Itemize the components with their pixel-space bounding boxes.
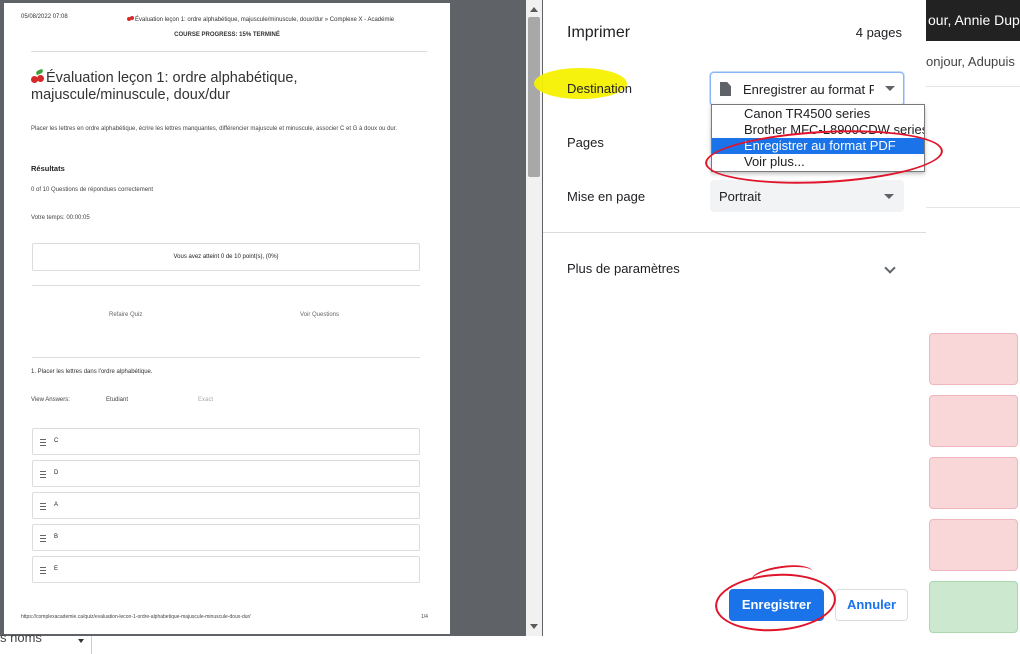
background-select-text: s noms — [0, 630, 42, 645]
layout-select[interactable]: Portrait — [710, 180, 904, 212]
background-divider — [926, 86, 1020, 87]
dialog-title: Imprimer — [567, 24, 631, 41]
drag-handle-icon — [40, 567, 46, 574]
preview-divider — [31, 51, 427, 52]
background-divider — [926, 207, 1020, 208]
page-count: 4 pages — [855, 25, 902, 40]
document-icon — [720, 82, 731, 96]
destination-option[interactable]: Canon TR4500 series — [712, 106, 924, 122]
background-answer-box — [929, 395, 1018, 447]
cancel-button[interactable]: Annuler — [835, 589, 908, 621]
drag-handle-icon — [40, 535, 46, 542]
layout-label: Mise en page — [567, 189, 646, 204]
preview-score-box: Vous avez atteint 0 de 10 point(s), (0%) — [32, 243, 420, 271]
preview-answer-text: B — [54, 534, 59, 540]
preview-view-questions: Voir Questions — [300, 312, 340, 318]
background-topbar-text: our, Annie Dupuis — [928, 12, 1020, 28]
preview-footer-url: https://complexacademie.ca/quiz/evaluati… — [21, 614, 251, 620]
preview-title-text: Évaluation leçon 1: ordre alphabétique, … — [31, 70, 298, 103]
background-answer-box — [929, 581, 1018, 633]
preview-answer-text: D — [54, 470, 59, 476]
more-settings-toggle[interactable]: Plus de paramètres — [567, 261, 680, 276]
preview-answer-text: E — [54, 566, 59, 572]
background-bottom-strip: s noms — [0, 630, 926, 654]
preview-answer-text: A — [54, 502, 59, 508]
drag-handle-icon — [40, 439, 46, 446]
preview-page: 05/08/2022 07:08 Évaluation leçon 1: ord… — [4, 3, 450, 634]
background-answer-box — [929, 519, 1018, 571]
dropdown-arrow-icon — [884, 194, 894, 199]
print-settings-panel: Imprimer 4 pages Destination Enregistrer… — [534, 0, 945, 636]
preview-title: Évaluation leçon 1: ordre alphabétique, … — [31, 68, 351, 104]
preview-header-title-text: Évaluation leçon 1: ordre alphabétique, … — [135, 17, 395, 23]
background-topbar: our, Annie Dupuis — [926, 0, 1020, 41]
cherry-icon — [31, 68, 45, 83]
cherry-icon — [127, 14, 134, 21]
drag-handle-icon — [40, 503, 46, 510]
scrollbar-thumb[interactable] — [528, 17, 540, 177]
preview-answer-item: C — [32, 428, 420, 455]
layout-value: Portrait — [719, 189, 761, 204]
scroll-down-arrow-icon[interactable] — [530, 624, 538, 629]
background-page: our, Annie Dupuis onjour, Adupuis — [926, 0, 1020, 654]
preview-footer-page: 1/4 — [421, 614, 428, 620]
preview-your-time: Votre temps: 00:00:05 — [31, 215, 90, 221]
destination-value: Enregistrer au format PDF — [743, 82, 874, 97]
chevron-down-icon — [78, 639, 84, 643]
background-answer-box — [929, 457, 1018, 509]
preview-answer-item: E — [32, 556, 420, 583]
preview-question-1: 1. Placer les lettres dans l'ordre alpha… — [31, 369, 153, 375]
chevron-down-icon[interactable] — [884, 262, 896, 274]
preview-header-title: Évaluation leçon 1: ordre alphabétique, … — [127, 14, 394, 23]
preview-answer-item: A — [32, 492, 420, 519]
preview-answer-text: C — [54, 438, 59, 444]
preview-answer-item: D — [32, 460, 420, 487]
preview-student-label: Etudiant — [106, 397, 129, 403]
scroll-up-arrow-icon[interactable] — [530, 7, 538, 12]
drag-handle-icon — [40, 471, 46, 478]
pages-label: Pages — [567, 135, 604, 150]
dropdown-arrow-icon — [885, 86, 895, 91]
preview-header-date: 05/08/2022 07:08 — [21, 14, 68, 20]
preview-description: Placer les lettres en ordre alphabétique… — [31, 126, 398, 132]
preview-view-answers-label: View Answers: — [31, 397, 70, 403]
preview-divider — [32, 285, 420, 286]
preview-results-heading: Résultats — [31, 164, 65, 173]
preview-scrollbar[interactable] — [526, 0, 542, 636]
destination-select[interactable]: Enregistrer au format PDF — [710, 72, 904, 106]
preview-course-progress: COURSE PROGRESS: 15% TERMINÉ — [174, 32, 280, 38]
preview-answer-item: B — [32, 524, 420, 551]
background-answer-box — [929, 333, 1018, 385]
print-preview-area: 05/08/2022 07:08 Évaluation leçon 1: ord… — [0, 0, 543, 636]
preview-exact-label: Exact — [198, 397, 214, 403]
background-greeting: onjour, Adupuis — [926, 54, 1015, 69]
background-select: s noms — [0, 630, 92, 654]
preview-redo-quiz: Refaire Quiz — [109, 312, 143, 318]
preview-divider — [32, 357, 420, 358]
destination-label: Destination — [567, 81, 633, 96]
settings-divider — [543, 232, 926, 233]
preview-questions-answered: 0 of 10 Questions de répondues correctem… — [31, 187, 154, 193]
